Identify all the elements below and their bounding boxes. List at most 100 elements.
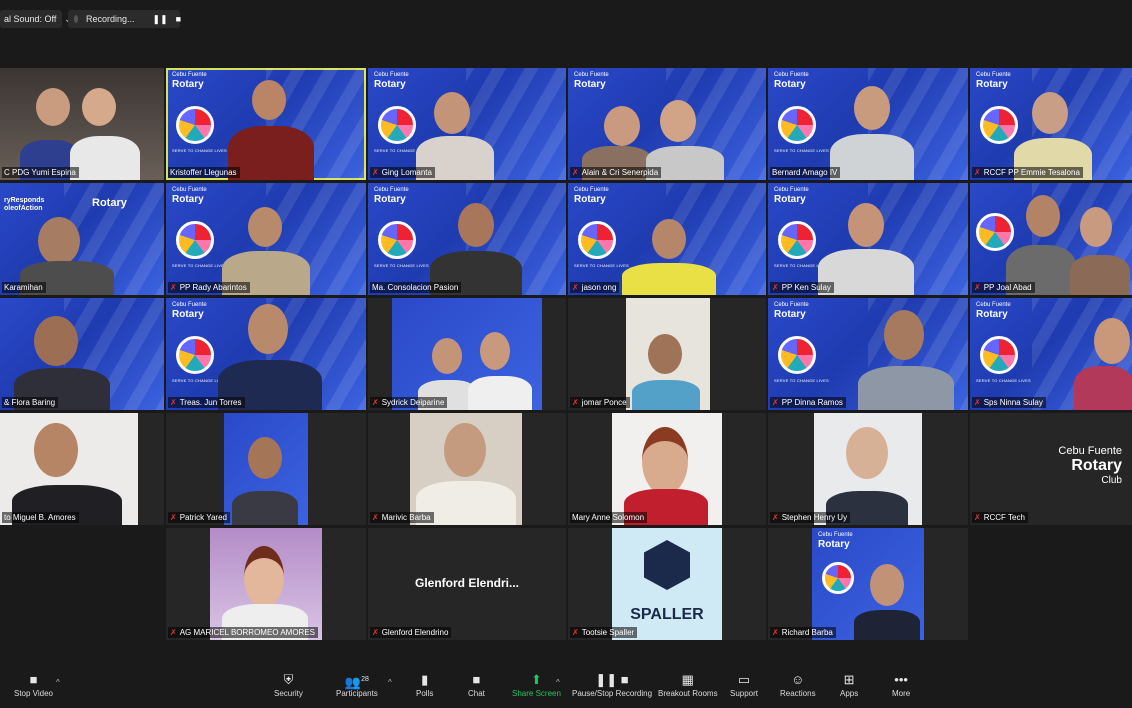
participant-face — [660, 100, 696, 142]
video-tile[interactable]: Cebu Fuente Rotary ✗ Richard Barba — [768, 528, 968, 640]
video-tile[interactable]: ✗ Patrick Yared — [166, 413, 366, 525]
muted-mic-icon: ✗ — [974, 398, 981, 407]
video-tile[interactable]: Cebu Fuente Rotary SERVE TO CHANGE LIVES … — [368, 183, 566, 295]
participant-face — [432, 338, 462, 374]
video-tile[interactable]: SPALLER ✗ Tootsie Spaller — [568, 528, 766, 640]
participant-face — [480, 332, 510, 370]
video-tile[interactable]: ✗ PP Joal Abad — [970, 183, 1132, 295]
video-tile[interactable]: ✗ AG MARICEL BORROMEO AMORES — [166, 528, 366, 640]
smiley-icon: ☺ — [791, 672, 805, 687]
chat-button[interactable]: ■ Chat — [468, 671, 485, 698]
video-tile[interactable]: Cebu Fuente Rotary SERVE TO CHANGE LIVES … — [768, 68, 968, 180]
polls-button[interactable]: ▮ Polls — [416, 671, 433, 698]
rotary-logo: Cebu Fuente Rotary — [172, 302, 207, 320]
video-tile[interactable]: Cebu Fuente Rotary SERVE TO CHANGE LIVES … — [568, 183, 766, 295]
participant-name: ✗ Glenford Elendrino — [370, 627, 452, 638]
participant-face — [1032, 92, 1068, 134]
video-tile[interactable]: Cebu Fuente Rotary SERVE TO CHANGE LIVES … — [166, 183, 366, 295]
support-icon: ▭ — [737, 672, 751, 687]
muted-mic-icon: ✗ — [572, 283, 579, 292]
rotary-logo: Cebu Fuente Rotary — [374, 72, 409, 90]
video-tile[interactable]: ryResponds oleofAction Rotary Karamihan — [0, 183, 164, 295]
video-tile[interactable]: Cebu Fuente Rotary ✗ RCCF PP Emmie Tesalon… — [970, 68, 1132, 180]
ellipsis-icon: ••• — [894, 672, 908, 687]
video-tile[interactable]: ✗ Sydrick Deiparine — [368, 298, 566, 410]
participant-name: ✗ Stephen Henry Uy — [770, 512, 851, 523]
participant-name: ✗ Patrick Yared — [168, 512, 230, 523]
apps-button[interactable]: ⊞ Apps — [840, 671, 858, 698]
participant-body — [1074, 366, 1132, 410]
video-tile[interactable]: Cebu Fuente Rotary SERVE TO CHANGE LIVES … — [970, 298, 1132, 410]
muted-mic-icon: ✗ — [372, 628, 379, 637]
serve-slogan: SERVE TO CHANGE LIVES — [374, 263, 429, 268]
participant-face — [458, 203, 494, 247]
participant-body — [632, 380, 700, 410]
video-tile[interactable]: Cebu Fuente Rotary SERVE TO CHANGE LIVES … — [768, 183, 968, 295]
participant-face — [248, 437, 282, 479]
reactions-button[interactable]: ☺ Reactions — [780, 671, 816, 698]
video-tile[interactable]: C PDG Yumi Espina — [0, 68, 164, 180]
video-tile[interactable]: to Miguel B. Amores — [0, 413, 164, 525]
stop-video-button[interactable]: ■ Stop Video — [14, 671, 53, 698]
pause-icon[interactable]: ❚❚ — [153, 14, 168, 25]
muted-mic-icon: ✗ — [772, 513, 779, 522]
participant-name: ✗ AG MARICEL BORROMEO AMORES — [168, 627, 318, 638]
participant-face — [244, 546, 284, 608]
spaller-logo-text: SPALLER — [630, 606, 704, 623]
video-tile[interactable]: Cebu Fuente Rotary SERVE TO CHANGE LIVES … — [768, 298, 968, 410]
video-tile[interactable]: Cebu Fuente Rotary SERVE TO CHANGE LIVES … — [368, 68, 566, 180]
participants-options-chevron-icon[interactable]: ^ — [388, 678, 392, 687]
participant-face — [652, 219, 686, 259]
support-button[interactable]: ▭ Support — [730, 671, 758, 698]
participant-name: ✗ Treas. Jun Torres — [168, 397, 245, 408]
muted-mic-icon: ✗ — [572, 168, 579, 177]
muted-mic-icon: ✗ — [572, 628, 579, 637]
video-tile[interactable]: Cebu Fuente Rotary SERVE TO CHANGE LIVES … — [166, 298, 366, 410]
participant-body — [854, 610, 920, 640]
muted-mic-icon: ✗ — [372, 513, 379, 522]
more-button[interactable]: ••• More — [892, 671, 910, 698]
rotary-wheel-icon — [778, 336, 816, 374]
grid-icon: ▦ — [681, 672, 694, 687]
participants-button[interactable]: 👥28 Participants — [336, 671, 378, 698]
share-screen-button[interactable]: ⬆ Share Screen — [512, 671, 561, 698]
participant-body — [622, 263, 716, 295]
video-tile-camera-off[interactable]: Glenford Elendri... ✗ Glenford Elendrino — [368, 528, 566, 640]
video-tile[interactable]: ✗ Stephen Henry Uy — [768, 413, 968, 525]
participant-face — [848, 203, 884, 247]
rotary-logo: Cebu Fuente Rotary — [774, 72, 809, 90]
rotary-logo: Cebu Fuente Rotary — [574, 187, 609, 205]
security-button[interactable]: ⛨ Security — [274, 671, 303, 698]
participant-face — [1094, 318, 1130, 364]
video-tile[interactable]: Mary Anne Solomon — [568, 413, 766, 525]
serve-slogan: SERVE TO CHANGE LIVES — [774, 148, 829, 153]
video-tile[interactable]: ✗ Marivic Barba — [368, 413, 566, 525]
sound-status-pill[interactable]: al Sound: Off ⌄ — [0, 10, 72, 28]
video-tile[interactable]: Cebu Fuente Rotary ✗ Alain & Cri Senerpida — [568, 68, 766, 180]
share-arrow-icon: ⬆ — [531, 672, 542, 687]
participant-body — [232, 491, 298, 525]
video-tile[interactable]: ✗ jomar Ponce — [568, 298, 766, 410]
participant-name: ✗ RCCF PP Emmie Tesalona — [972, 167, 1083, 178]
participant-name: ✗ PP Ken Sulay — [770, 282, 834, 293]
share-options-chevron-icon[interactable]: ^ — [556, 678, 560, 687]
rotary-logo: Cebu Fuente Rotary — [774, 302, 809, 320]
participant-name: Mary Anne Solomon — [570, 512, 648, 523]
video-tile-active-speaker[interactable]: Cebu Fuente Rotary SERVE TO CHANGE LIVES … — [166, 68, 366, 180]
top-bar: al Sound: Off ⌄ Recording... ❚❚ ■ — [0, 0, 1132, 38]
participant-face — [36, 88, 70, 126]
rotary-logo: Cebu Fuente Rotary — [774, 187, 809, 205]
rotary-foundation-banner: ryResponds oleofAction — [4, 197, 45, 212]
participant-face — [648, 334, 682, 374]
stop-icon[interactable]: ■ — [176, 14, 181, 24]
video-tile[interactable]: Cebu Fuente Rotary Club ✗ RCCF Tech — [970, 413, 1132, 525]
breakout-rooms-button[interactable]: ▦ Breakout Rooms — [658, 671, 718, 698]
sound-status-label: al Sound: Off — [4, 14, 57, 24]
video-options-chevron-icon[interactable]: ^ — [56, 678, 60, 687]
participant-name: Bernard Amago IV — [770, 167, 841, 178]
pause-stop-recording-button[interactable]: ❚❚ ■ Pause/Stop Recording — [572, 671, 652, 698]
video-tile[interactable]: & Flora Baring — [0, 298, 164, 410]
muted-mic-icon: ✗ — [170, 283, 177, 292]
muted-mic-icon: ✗ — [372, 168, 379, 177]
participant-body — [228, 126, 314, 180]
